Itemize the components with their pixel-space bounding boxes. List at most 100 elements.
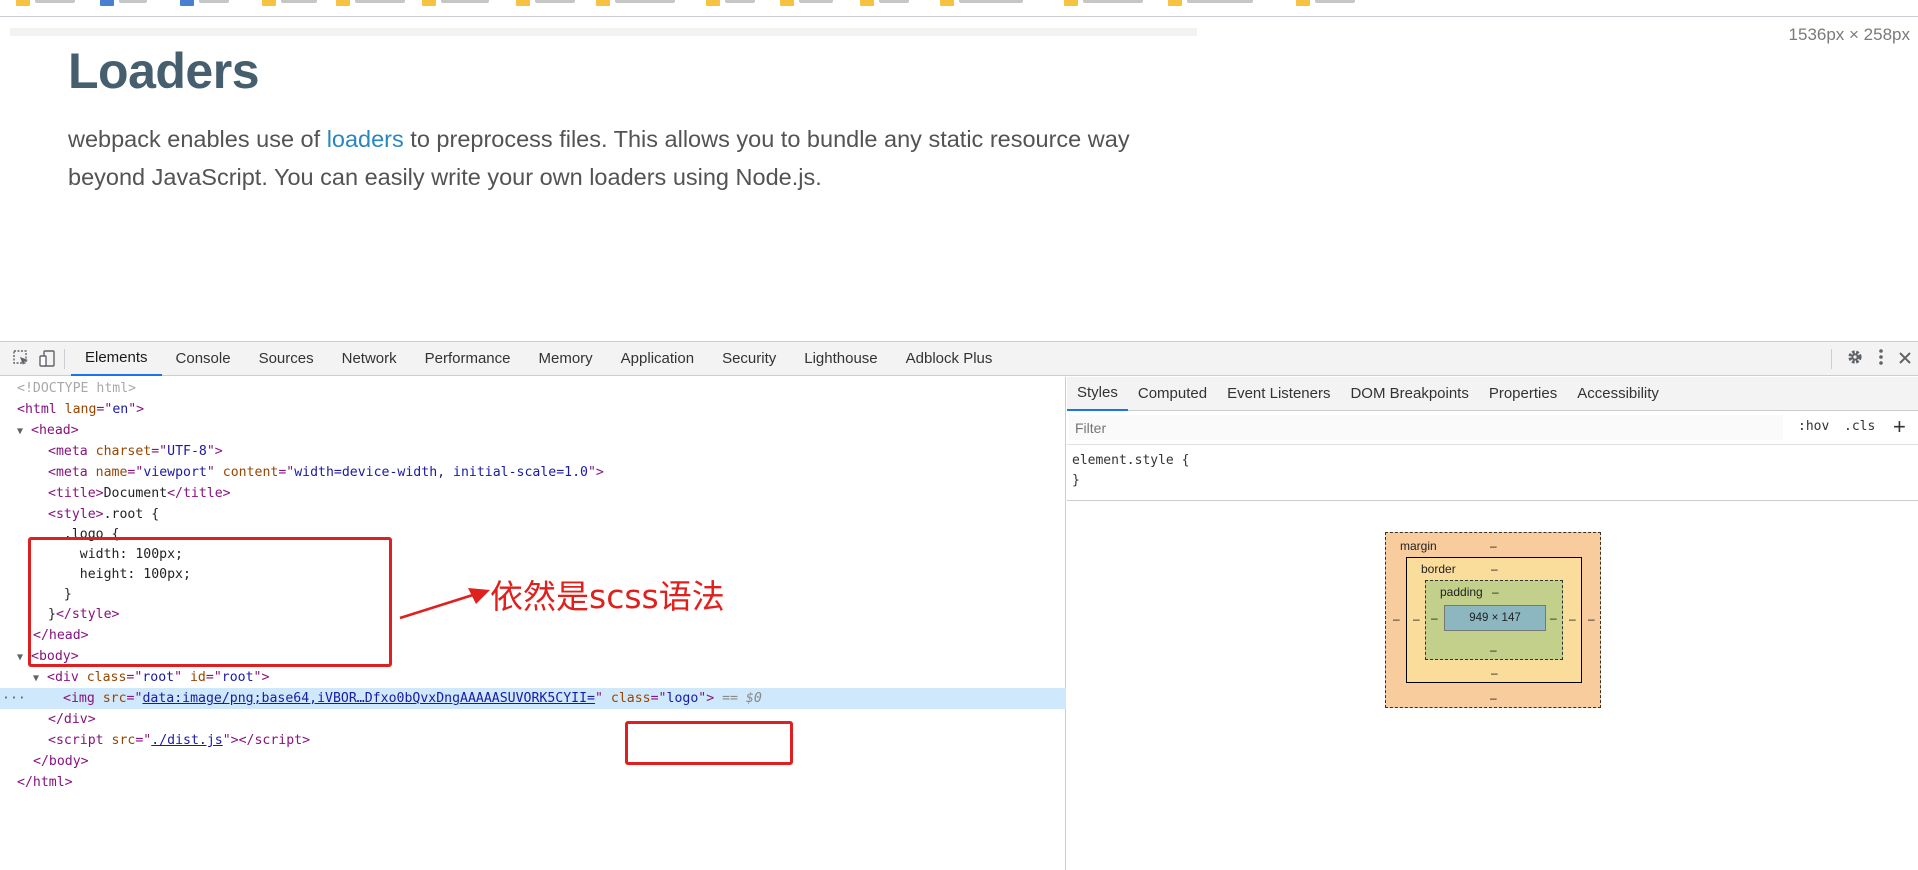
doctype-text: <!DOCTYPE html> xyxy=(17,381,137,396)
subtab-event-listeners[interactable]: Event Listeners xyxy=(1217,377,1340,411)
box-model-margin[interactable]: margin – – – – border – – – – padding – … xyxy=(1385,532,1601,708)
bookmark-item[interactable] xyxy=(422,0,489,6)
title-text: Document xyxy=(103,486,168,501)
folder-icon xyxy=(16,0,30,6)
dom-node-doctype[interactable]: <!DOCTYPE html> xyxy=(17,378,1083,399)
bookmark-item[interactable] xyxy=(596,0,675,6)
subtab-computed[interactable]: Computed xyxy=(1128,377,1217,411)
script-src-link[interactable]: ./dist.js xyxy=(151,733,222,748)
meta-charset-value: UTF-8 xyxy=(167,444,207,459)
folder-icon xyxy=(262,0,276,6)
meta-content-value: width=device-width, initial-scale=1.0 xyxy=(294,465,588,480)
box-model-border[interactable]: border – – – – padding – – – – 949 × 147 xyxy=(1406,557,1582,683)
tab-application[interactable]: Application xyxy=(607,342,708,376)
tab-memory[interactable]: Memory xyxy=(525,342,607,376)
new-style-rule-icon[interactable]: + xyxy=(1893,414,1906,440)
toolbar-divider xyxy=(64,348,65,369)
bookmark-item[interactable] xyxy=(706,0,755,6)
folder-icon xyxy=(780,0,794,6)
bookmark-item[interactable] xyxy=(1168,0,1253,6)
hov-toggle[interactable]: :hov xyxy=(1798,419,1829,434)
toolbar-divider xyxy=(1831,349,1832,369)
img-src-link[interactable]: data:image/png;base64,iVBOR…Dfxo0bQvxDng… xyxy=(142,691,595,706)
devtools-toolbar: Elements Console Sources Network Perform… xyxy=(0,342,1918,376)
dom-node-meta-charset[interactable]: <meta charset="UTF-8"> xyxy=(48,441,1114,462)
dom-node-script[interactable]: <script src="./dist.js"></script> xyxy=(48,730,1114,751)
dom-node-html[interactable]: <html lang="en"> xyxy=(17,399,1083,420)
img-class-value: logo xyxy=(666,691,699,706)
folder-icon xyxy=(706,0,720,6)
element-style-rule[interactable]: element.style { } xyxy=(1067,445,1918,501)
bookmark-item[interactable] xyxy=(1296,0,1355,6)
annotation-box-class xyxy=(625,721,793,765)
folder-icon xyxy=(940,0,954,6)
settings-gear-icon[interactable] xyxy=(1846,348,1864,371)
tab-adblock-plus[interactable]: Adblock Plus xyxy=(892,342,1007,376)
padding-bottom-value[interactable]: – xyxy=(1490,643,1497,657)
margin-label: margin xyxy=(1400,539,1437,553)
tab-security[interactable]: Security xyxy=(708,342,790,376)
folder-icon xyxy=(596,0,610,6)
bookmark-item[interactable] xyxy=(860,0,909,6)
expand-triangle-icon[interactable]: ▼ xyxy=(33,668,47,689)
more-dots-icon[interactable]: ··· xyxy=(2,688,26,709)
margin-left-value[interactable]: – xyxy=(1393,612,1400,626)
tab-performance[interactable]: Performance xyxy=(411,342,525,376)
bookmark-item[interactable] xyxy=(262,0,317,6)
bookmark-item[interactable] xyxy=(780,0,833,6)
tab-sources[interactable]: Sources xyxy=(245,342,328,376)
dom-node-style[interactable]: <style>.root { xyxy=(48,504,1114,525)
border-bottom-value[interactable]: – xyxy=(1491,666,1498,680)
tab-elements[interactable]: Elements xyxy=(71,342,162,376)
dom-node-title[interactable]: <title>Document</title> xyxy=(48,483,1114,504)
margin-bottom-value[interactable]: – xyxy=(1490,691,1497,705)
dom-node-div-close[interactable]: </div> xyxy=(48,709,1114,730)
inspect-element-icon[interactable] xyxy=(10,348,32,370)
bookmark-item[interactable] xyxy=(940,0,1023,6)
dom-node-html-close[interactable]: </html> xyxy=(17,772,1083,793)
dom-node-head[interactable]: ▼ <head> xyxy=(17,420,1083,441)
margin-right-value[interactable]: – xyxy=(1588,612,1595,626)
styles-filter-input[interactable] xyxy=(1069,415,1783,440)
subtab-styles[interactable]: Styles xyxy=(1067,377,1128,411)
folder-icon xyxy=(1064,0,1078,6)
border-top-value[interactable]: – xyxy=(1491,562,1498,576)
padding-top-value[interactable]: – xyxy=(1492,585,1499,599)
subtab-accessibility[interactable]: Accessibility xyxy=(1567,377,1669,411)
loaders-link[interactable]: loaders xyxy=(327,126,404,152)
folder-icon xyxy=(422,0,436,6)
box-model-padding[interactable]: padding – – – – 949 × 147 xyxy=(1425,580,1563,660)
padding-left-value[interactable]: – xyxy=(1431,611,1438,625)
sidebar-tabs: Styles Computed Event Listeners DOM Brea… xyxy=(1067,377,1918,411)
margin-top-value[interactable]: – xyxy=(1490,539,1497,553)
paragraph-text: webpack enables use of xyxy=(68,126,327,152)
bookmarks-bar xyxy=(0,0,1918,17)
bookmark-item[interactable] xyxy=(336,0,405,6)
dom-node-img-selected[interactable]: ··· <img src="data:image/png;base64,iVBOR… xyxy=(0,688,1066,709)
annotation-box-style xyxy=(28,537,392,667)
bookmark-item[interactable] xyxy=(516,0,575,6)
devtools-panel: Elements Console Sources Network Perform… xyxy=(0,341,1918,870)
bookmark-item[interactable] xyxy=(1064,0,1143,6)
cls-toggle[interactable]: .cls xyxy=(1844,419,1875,434)
device-toolbar-icon[interactable] xyxy=(36,348,58,370)
bookmark-item[interactable] xyxy=(180,0,229,6)
tab-lighthouse[interactable]: Lighthouse xyxy=(790,342,891,376)
bookmark-item[interactable] xyxy=(100,0,147,6)
box-model-content-size[interactable]: 949 × 147 xyxy=(1444,605,1546,631)
more-options-icon[interactable] xyxy=(1878,348,1884,371)
meta-name-value: viewport xyxy=(143,465,207,480)
dom-node-meta-viewport[interactable]: <meta name="viewport" content="width=dev… xyxy=(48,462,1114,483)
subtab-properties[interactable]: Properties xyxy=(1479,377,1567,411)
dom-node-div-root[interactable]: ▼ <div class="root" id="root"> xyxy=(33,667,1099,688)
padding-right-value[interactable]: – xyxy=(1550,611,1557,625)
close-icon[interactable] xyxy=(1898,349,1912,370)
subtab-dom-breakpoints[interactable]: DOM Breakpoints xyxy=(1340,377,1478,411)
tab-network[interactable]: Network xyxy=(328,342,411,376)
border-right-value[interactable]: – xyxy=(1569,612,1576,626)
bookmark-item[interactable] xyxy=(16,0,75,6)
expand-triangle-icon[interactable]: ▼ xyxy=(17,421,31,442)
tab-console[interactable]: Console xyxy=(162,342,245,376)
border-left-value[interactable]: – xyxy=(1413,612,1420,626)
dom-node-body-close[interactable]: </body> xyxy=(33,751,1099,772)
